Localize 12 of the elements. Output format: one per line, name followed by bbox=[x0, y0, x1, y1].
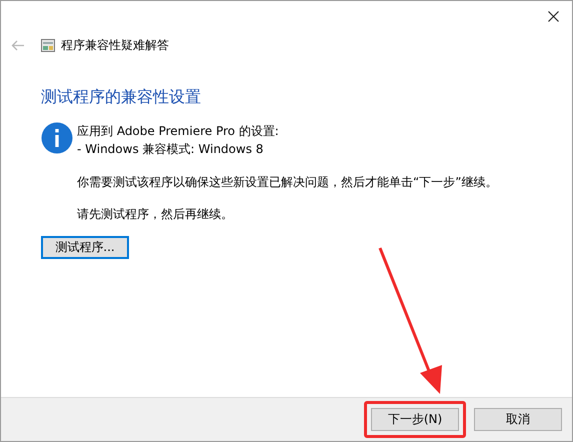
instruction-text: 请先测试程序，然后再继续。 bbox=[77, 206, 234, 222]
info-icon bbox=[41, 122, 73, 154]
settings-line: - Windows 兼容模式: Windows 8 bbox=[77, 141, 264, 158]
window-title: 程序兼容性疑难解答 bbox=[61, 36, 169, 54]
page-heading: 测试程序的兼容性设置 bbox=[41, 87, 202, 108]
cancel-button[interactable]: 取消 bbox=[474, 408, 562, 431]
next-button[interactable]: 下一步(N) bbox=[371, 408, 459, 431]
settings-line: 应用到 Adobe Premiere Pro 的设置: bbox=[77, 123, 280, 140]
window-app-icon bbox=[41, 38, 55, 52]
close-icon[interactable] bbox=[548, 10, 559, 22]
test-program-button[interactable]: 测试程序... bbox=[41, 236, 129, 259]
instruction-text: 你需要测试该程序以确保这些新设置已解决问题，然后才能单击“下一步”继续。 bbox=[77, 174, 498, 190]
